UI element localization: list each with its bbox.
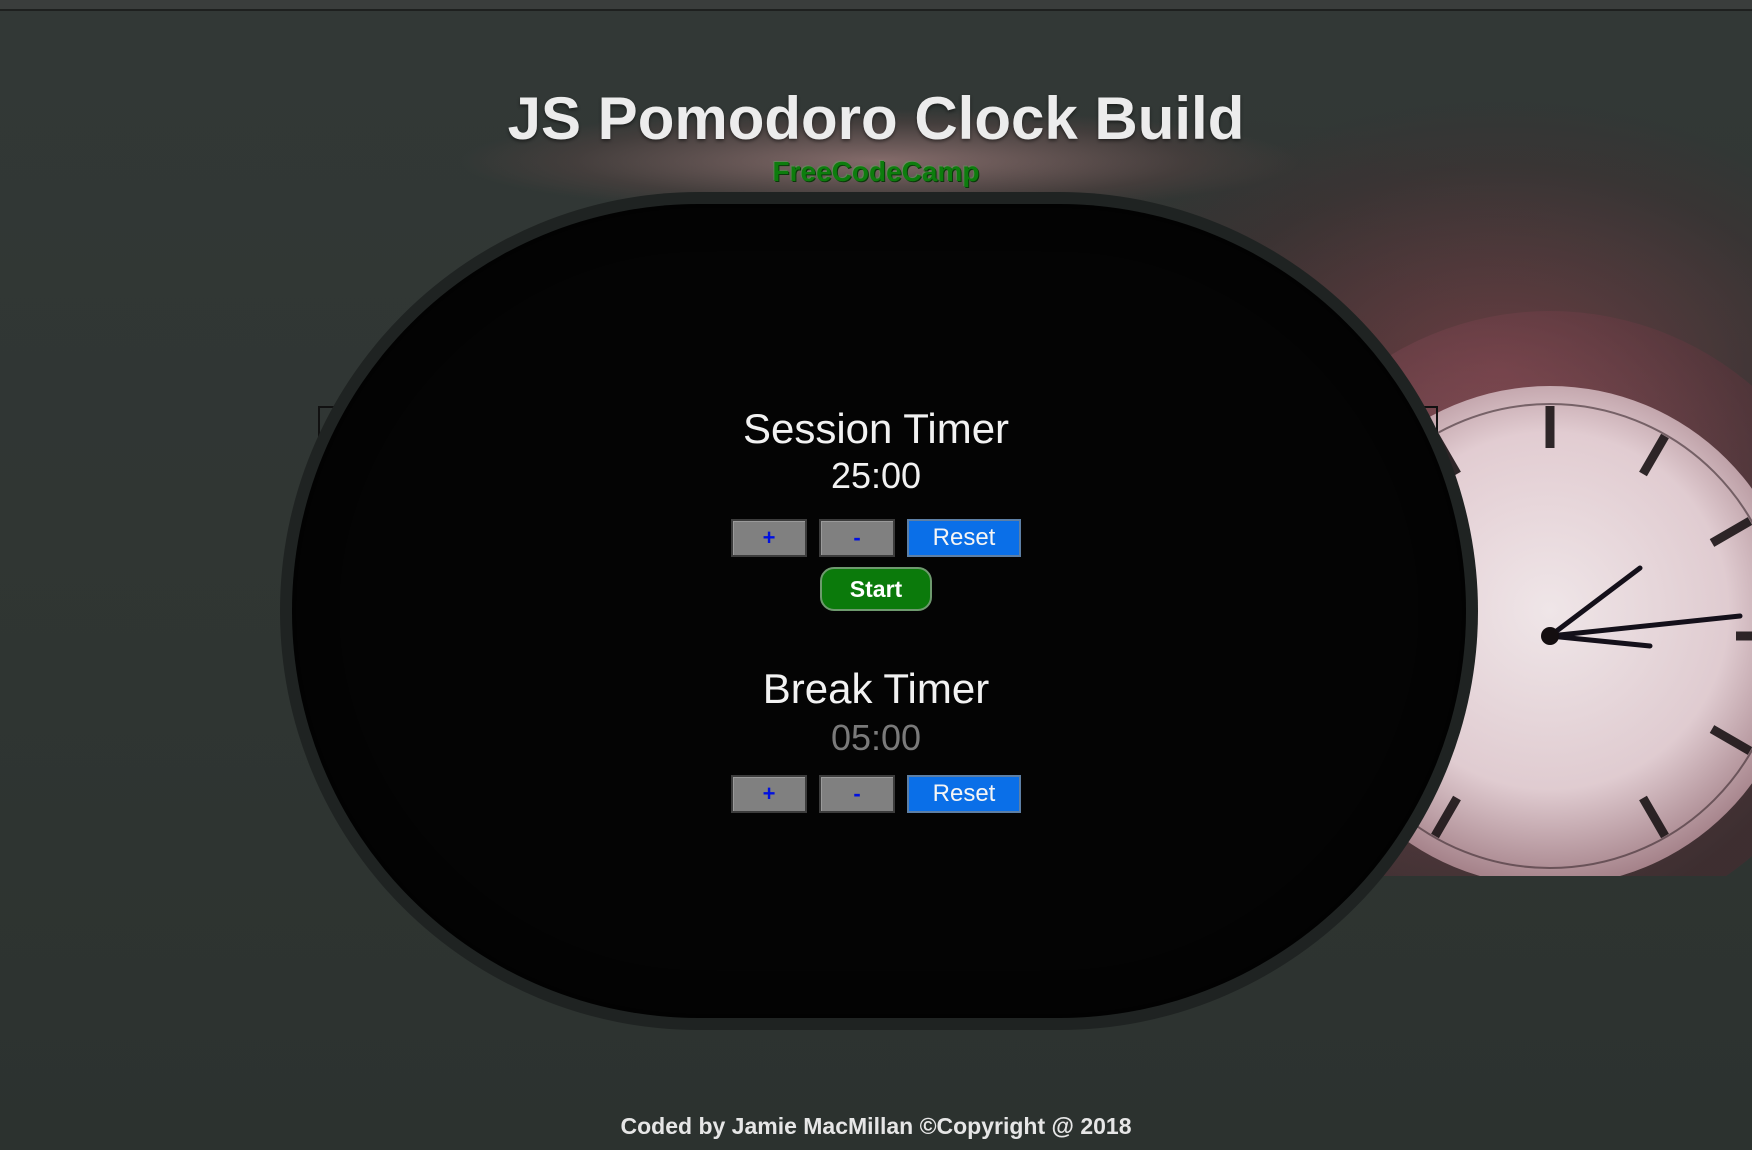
session-increment-button[interactable]: + <box>731 519 807 557</box>
break-timer: Break Timer 05:00 + - Reset <box>0 665 1752 813</box>
break-timer-display: 05:00 <box>830 717 922 758</box>
session-timer: Session Timer 25:00 + - Reset Start <box>0 405 1752 611</box>
clock-panel <box>292 204 1466 1018</box>
session-controls: + - Reset <box>0 519 1752 557</box>
break-controls: + - Reset <box>0 775 1752 813</box>
break-timer-label: Break Timer <box>762 665 990 712</box>
session-timer-label: Session Timer <box>742 405 1010 452</box>
footer-credit: Coded by Jamie MacMillan ©Copyright @ 20… <box>620 1113 1132 1139</box>
break-decrement-button[interactable]: - <box>819 775 895 813</box>
page-title: JS Pomodoro Clock Build <box>507 85 1245 152</box>
session-timer-display: 25:00 <box>830 455 922 496</box>
page-subtitle: FreeCodeCamp <box>772 156 980 187</box>
start-button[interactable]: Start <box>820 567 932 611</box>
session-reset-button[interactable]: Reset <box>907 519 1021 557</box>
break-increment-button[interactable]: + <box>731 775 807 813</box>
session-decrement-button[interactable]: - <box>819 519 895 557</box>
browser-top-strip <box>0 0 1752 11</box>
break-reset-button[interactable]: Reset <box>907 775 1021 813</box>
